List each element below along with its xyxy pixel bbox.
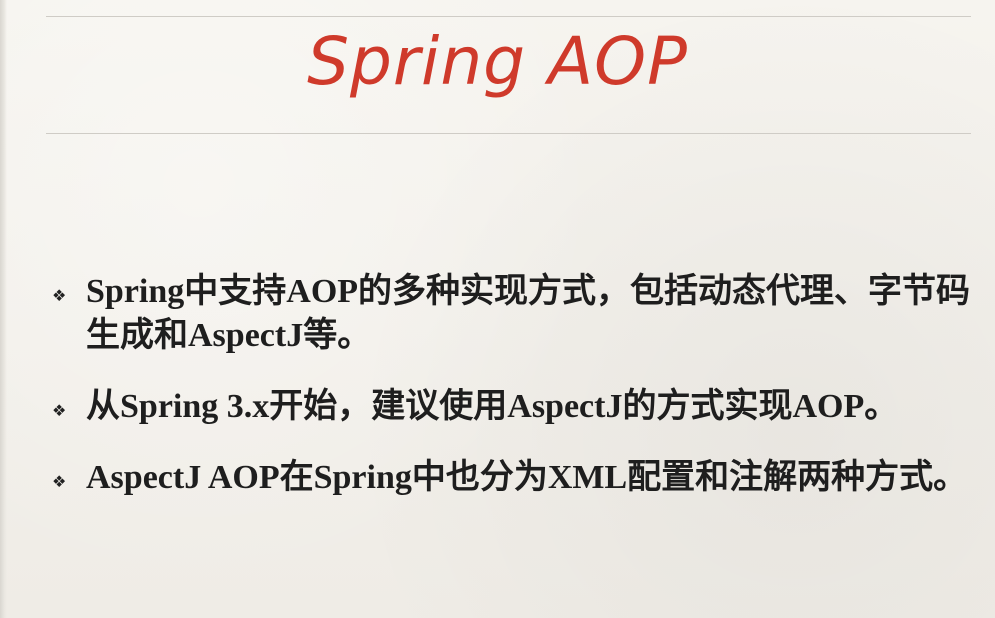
bullet-text: AspectJ AOP在Spring中也分为XML配置和注解两种方式。 xyxy=(86,459,968,496)
bullet-item: ❖ 从Spring 3.x开始，建议使用AspectJ的方式实现AOP。 xyxy=(50,385,990,429)
bullet-list: ❖ Spring中支持AOP的多种实现方式，包括动态代理、字节码生成和Aspec… xyxy=(50,270,990,527)
diamond-bullet-icon: ❖ xyxy=(52,401,67,420)
bullet-text: Spring中支持AOP的多种实现方式，包括动态代理、字节码生成和AspectJ… xyxy=(86,273,971,354)
bullet-text: 从Spring 3.x开始，建议使用AspectJ的方式实现AOP。 xyxy=(86,388,899,425)
slide-title: Spring AOP xyxy=(307,23,688,100)
diamond-bullet-icon: ❖ xyxy=(52,472,67,491)
bullet-item: ❖ Spring中支持AOP的多种实现方式，包括动态代理、字节码生成和Aspec… xyxy=(50,270,990,358)
title-bottom-divider xyxy=(46,133,971,134)
diamond-bullet-icon: ❖ xyxy=(52,286,67,305)
bullet-item: ❖ AspectJ AOP在Spring中也分为XML配置和注解两种方式。 xyxy=(50,456,990,500)
